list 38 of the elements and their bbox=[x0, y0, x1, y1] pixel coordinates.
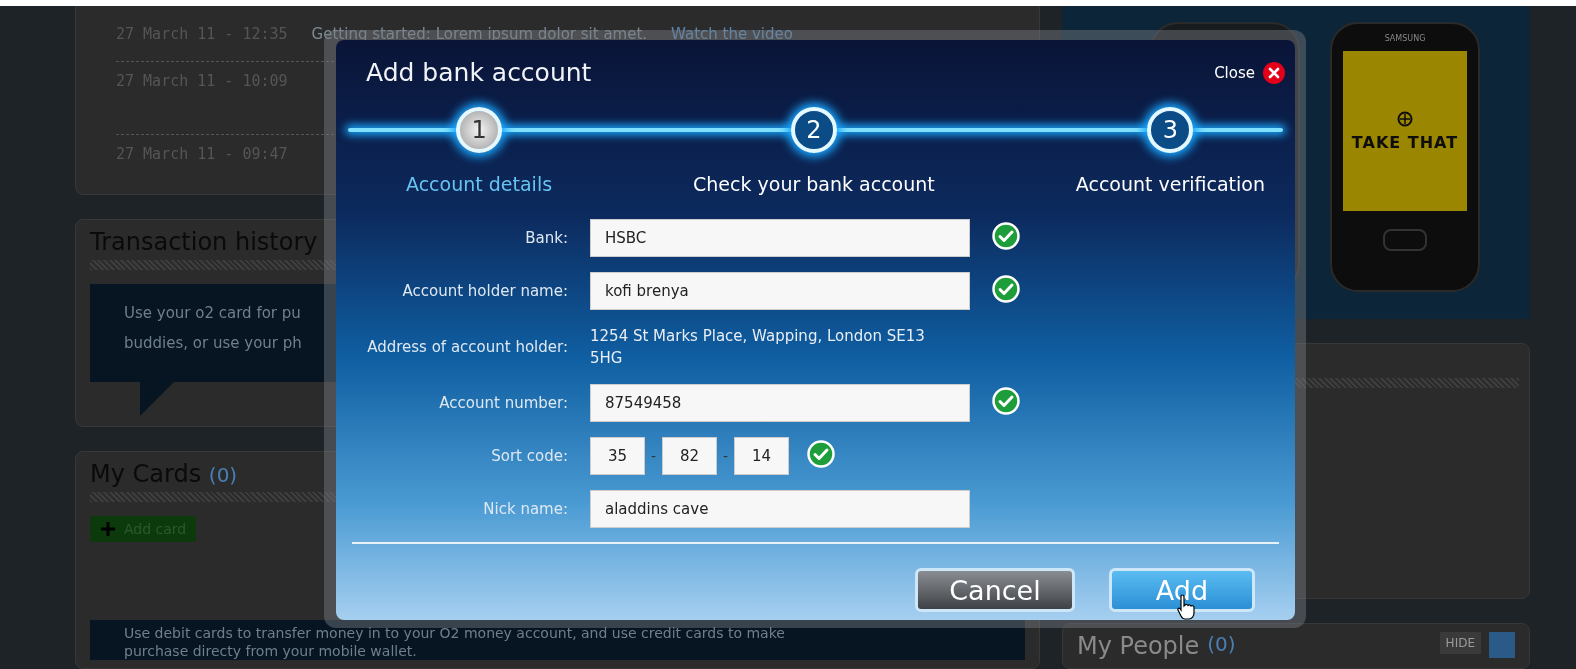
dialog-title: Add bank account bbox=[366, 58, 592, 87]
input-field[interactable]: HSBC bbox=[590, 219, 970, 257]
input-field[interactable]: 82 bbox=[662, 437, 718, 475]
input-field[interactable]: aladdins cave bbox=[590, 490, 970, 528]
hide-button[interactable]: HIDE bbox=[1439, 632, 1481, 654]
input-field[interactable]: 87549458 bbox=[590, 384, 970, 422]
emblem-icon bbox=[1397, 110, 1413, 127]
separator-text: - bbox=[651, 448, 657, 464]
home-key bbox=[1383, 229, 1427, 251]
wizard-step[interactable]: 2 Check your bank account bbox=[693, 107, 935, 195]
screen-text: TAKE THAT bbox=[1351, 132, 1459, 152]
plus-icon bbox=[100, 521, 116, 537]
phone-brand: SAMSUNG bbox=[1384, 34, 1426, 43]
info-text: Use debit cards to transfer money in to your O2 money account, and use credit cards to make bbox=[124, 624, 785, 642]
panel-title: My People bbox=[1077, 632, 1200, 660]
info-text: buddies, or use your ph bbox=[124, 333, 302, 354]
news-text: Getting started: Lorem ipsum dolor sit amet. bbox=[311, 25, 648, 45]
address-text: 1254 St Marks Place, Wapping, London SE13 5HG bbox=[590, 326, 926, 369]
close-icon bbox=[1263, 61, 1285, 84]
wizard-step[interactable]: 3 Account verification bbox=[1075, 107, 1265, 195]
input-field[interactable]: kofi brenya bbox=[590, 272, 970, 310]
people-count: (0) bbox=[1207, 632, 1236, 656]
input-field[interactable]: 35 bbox=[590, 437, 645, 475]
field-label: Address of account holder: bbox=[366, 338, 568, 356]
close-button[interactable]: Close bbox=[1214, 61, 1285, 84]
field-label: Account holder name: bbox=[401, 282, 568, 300]
field-label: Nick name: bbox=[482, 500, 568, 518]
input-field[interactable]: 14 bbox=[734, 437, 790, 475]
field-label: Account number: bbox=[438, 394, 568, 412]
separator-text: - bbox=[723, 448, 729, 464]
cancel-button[interactable]: Cancel bbox=[915, 568, 1075, 612]
field-label: Bank: bbox=[524, 229, 568, 247]
field-label: Sort code: bbox=[490, 447, 568, 465]
info-text: purchase directy from your mobile wallet. bbox=[124, 642, 417, 660]
wizard-step[interactable]: 1 Account details bbox=[406, 107, 553, 195]
toggle-icon bbox=[1489, 632, 1515, 658]
card-count: (0) bbox=[208, 463, 238, 487]
info-text: Use your o2 card for pu bbox=[124, 303, 301, 324]
